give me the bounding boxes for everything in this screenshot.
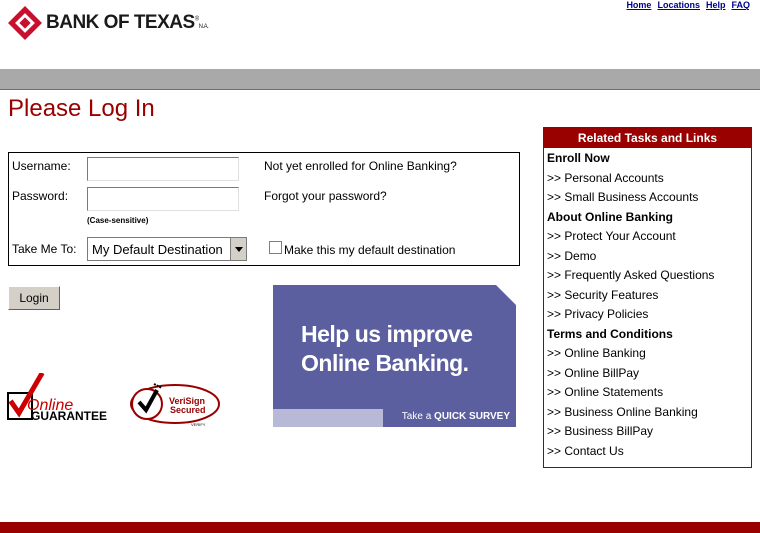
security-features-link[interactable]: >> Security Features: [547, 286, 714, 306]
enroll-link[interactable]: Not yet enrolled for Online Banking?: [264, 159, 457, 173]
page-title: Please Log In: [8, 95, 155, 122]
password-input[interactable]: [87, 187, 239, 211]
about-online-banking-heading: About Online Banking: [547, 209, 673, 224]
password-label: Password:: [12, 189, 69, 203]
business-online-banking-link[interactable]: >> Business Online Banking: [547, 403, 714, 423]
bank-logo-icon: [8, 6, 42, 40]
secured-text: Secured: [170, 405, 206, 415]
default-destination-label: Make this my default destination: [284, 243, 456, 257]
faq-panel-link[interactable]: >> Frequently Asked Questions: [547, 266, 714, 286]
online-guarantee-badge[interactable]: Online GUARANTEE: [7, 373, 113, 425]
take-me-to-label: Take Me To:: [12, 242, 77, 256]
case-sensitive-note: (Case-sensitive): [87, 216, 149, 225]
related-tasks-panel: Related Tasks and Links Enroll Now >> Pe…: [543, 127, 752, 468]
default-destination-checkbox[interactable]: [269, 241, 282, 254]
destination-select[interactable]: My Default Destination: [87, 237, 247, 261]
contact-us-link[interactable]: >> Contact Us: [547, 442, 714, 462]
home-link[interactable]: Home: [626, 0, 651, 10]
online-statements-link[interactable]: >> Online Statements: [547, 383, 714, 403]
guarantee-badge-text: GUARANTEE: [31, 409, 107, 423]
username-input[interactable]: [87, 157, 239, 181]
page-fold-corner: [496, 285, 516, 305]
faq-link[interactable]: FAQ: [731, 0, 750, 10]
footer-bar: [0, 522, 760, 533]
related-tasks-title: Related Tasks and Links: [544, 128, 751, 148]
terms-online-banking-link[interactable]: >> Online Banking: [547, 344, 714, 364]
help-link[interactable]: Help: [706, 0, 726, 10]
business-billpay-link[interactable]: >> Business BillPay: [547, 422, 714, 442]
login-form: Username: Not yet enrolled for Online Ba…: [8, 152, 520, 266]
survey-cta: QUICK SURVEY: [434, 411, 510, 422]
demo-link[interactable]: >> Demo: [547, 247, 714, 267]
forgot-password-link[interactable]: Forgot your password?: [264, 189, 387, 203]
bank-logo[interactable]: BANK OF TEXAS®N.A.: [8, 6, 218, 44]
username-label: Username:: [12, 159, 71, 173]
brand-name: BANK OF TEXAS®N.A.: [46, 12, 209, 33]
locations-link[interactable]: Locations: [657, 0, 700, 10]
verisign-secured-badge[interactable]: VeriSign Secured VERIFY: [128, 378, 224, 430]
small-business-accounts-link[interactable]: >> Small Business Accounts: [547, 188, 714, 208]
enroll-now-heading: Enroll Now: [547, 151, 610, 165]
quick-survey-link[interactable]: Take a QUICK SURVEY: [402, 411, 510, 422]
survey-banner[interactable]: Help us improve Online Banking. Take a Q…: [273, 285, 516, 427]
privacy-policies-link[interactable]: >> Privacy Policies: [547, 305, 714, 325]
dropdown-arrow-icon[interactable]: [230, 238, 246, 260]
personal-accounts-link[interactable]: >> Personal Accounts: [547, 169, 714, 189]
survey-cta-prefix: Take a: [401, 411, 432, 422]
top-nav: Home Locations Help FAQ: [620, 0, 750, 10]
login-button[interactable]: Login: [8, 286, 60, 310]
protect-account-link[interactable]: >> Protect Your Account: [547, 227, 714, 247]
survey-headline-1: Help us improve: [301, 321, 473, 347]
survey-headline-2: Online Banking.: [301, 350, 469, 376]
header-divider-bar: [0, 69, 760, 90]
online-billpay-link[interactable]: >> Online BillPay: [547, 364, 714, 384]
verify-text: VERIFY: [191, 422, 206, 427]
terms-conditions-heading: Terms and Conditions: [547, 326, 673, 341]
destination-value: My Default Destination: [92, 242, 223, 257]
